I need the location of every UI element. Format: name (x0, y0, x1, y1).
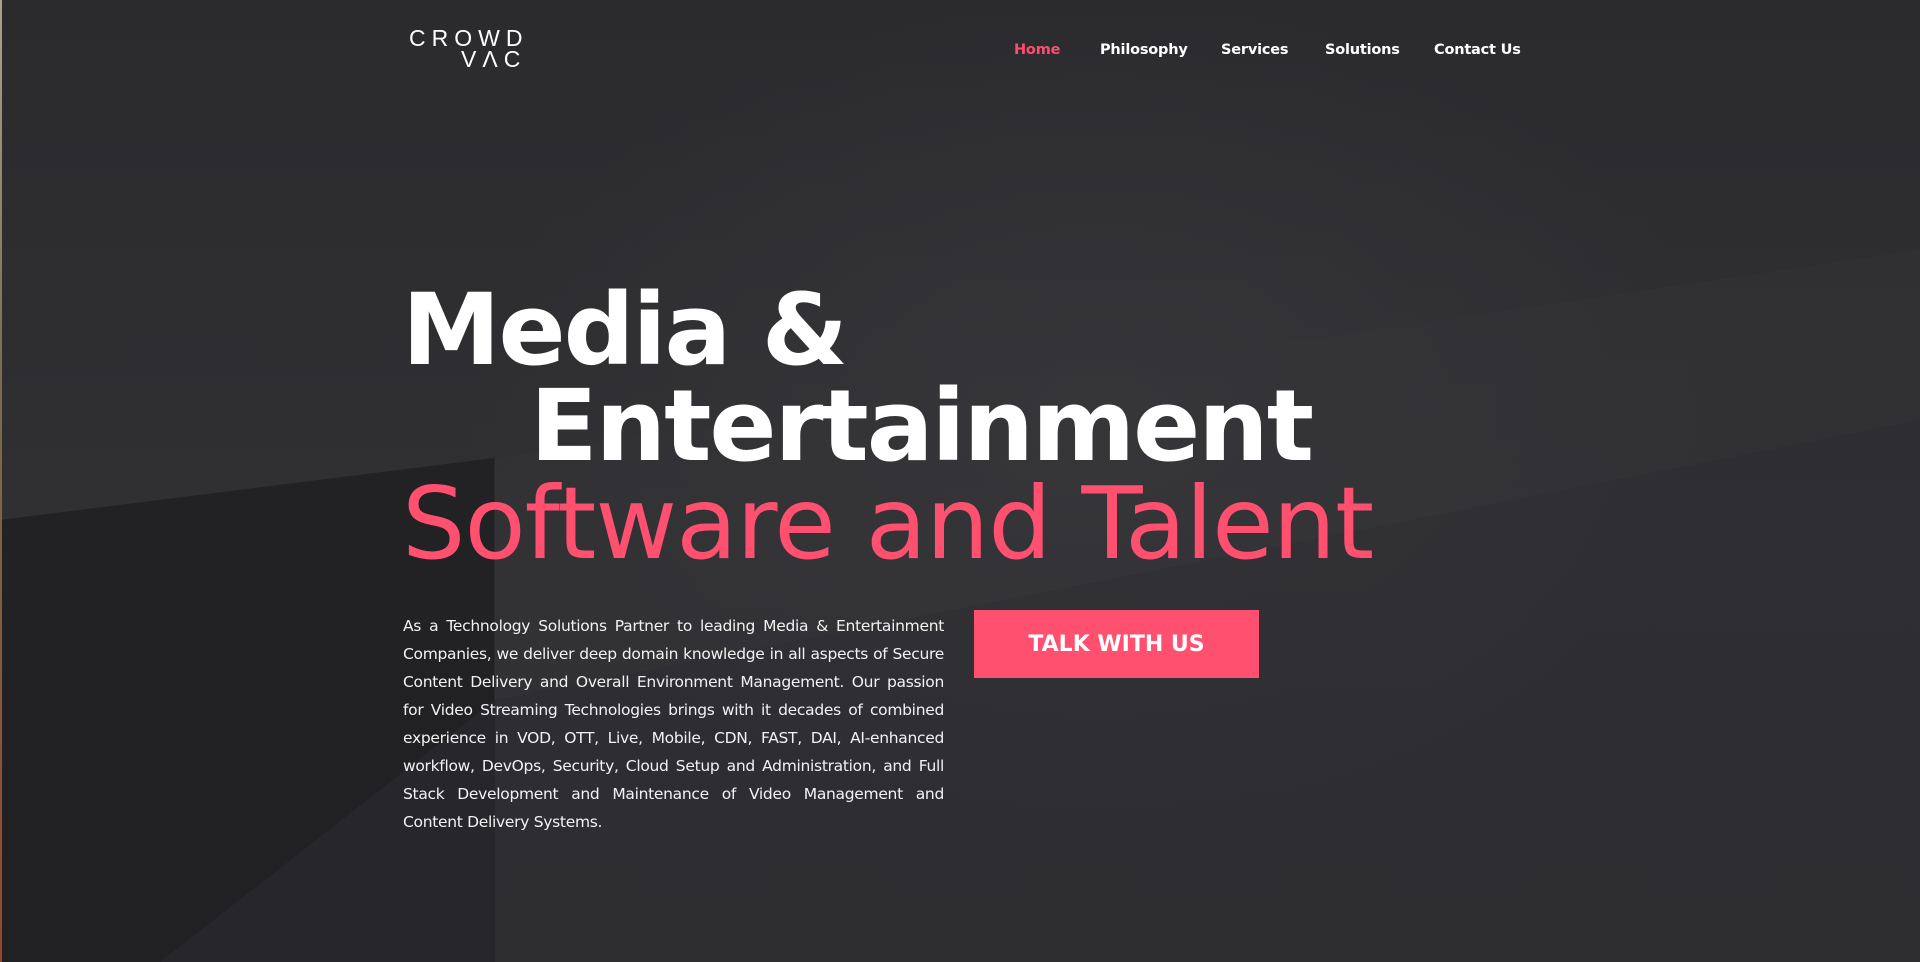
hero-title-line-1: Media & (402, 273, 848, 388)
top-navigation-bar: CROWD VΛC Home Philosophy Services Solut… (0, 0, 1920, 100)
logo-line-2: VΛC (461, 46, 527, 72)
left-edge-accent (0, 0, 2, 962)
talk-with-us-button[interactable]: TALK WITH US (974, 610, 1259, 678)
crowdvac-logo[interactable]: CROWD VΛC (409, 27, 527, 74)
nav-contact-us-link[interactable]: Contact Us (1434, 42, 1521, 58)
hero-heading: Media & Entertainment Software and Talen… (402, 273, 1374, 582)
hero-title-line-2: Entertainment (530, 369, 1314, 484)
hero-page: CROWD VΛC Home Philosophy Services Solut… (0, 0, 1920, 962)
nav-home-link[interactable]: Home (1014, 42, 1060, 58)
hero-description: As a Technology Solutions Partner to lea… (403, 617, 944, 831)
nav-services-link[interactable]: Services (1221, 42, 1289, 58)
hero-title-line-3: Software and Talent (402, 465, 1374, 582)
nav-solutions-link[interactable]: Solutions (1325, 42, 1400, 58)
nav-philosophy-link[interactable]: Philosophy (1100, 42, 1188, 58)
